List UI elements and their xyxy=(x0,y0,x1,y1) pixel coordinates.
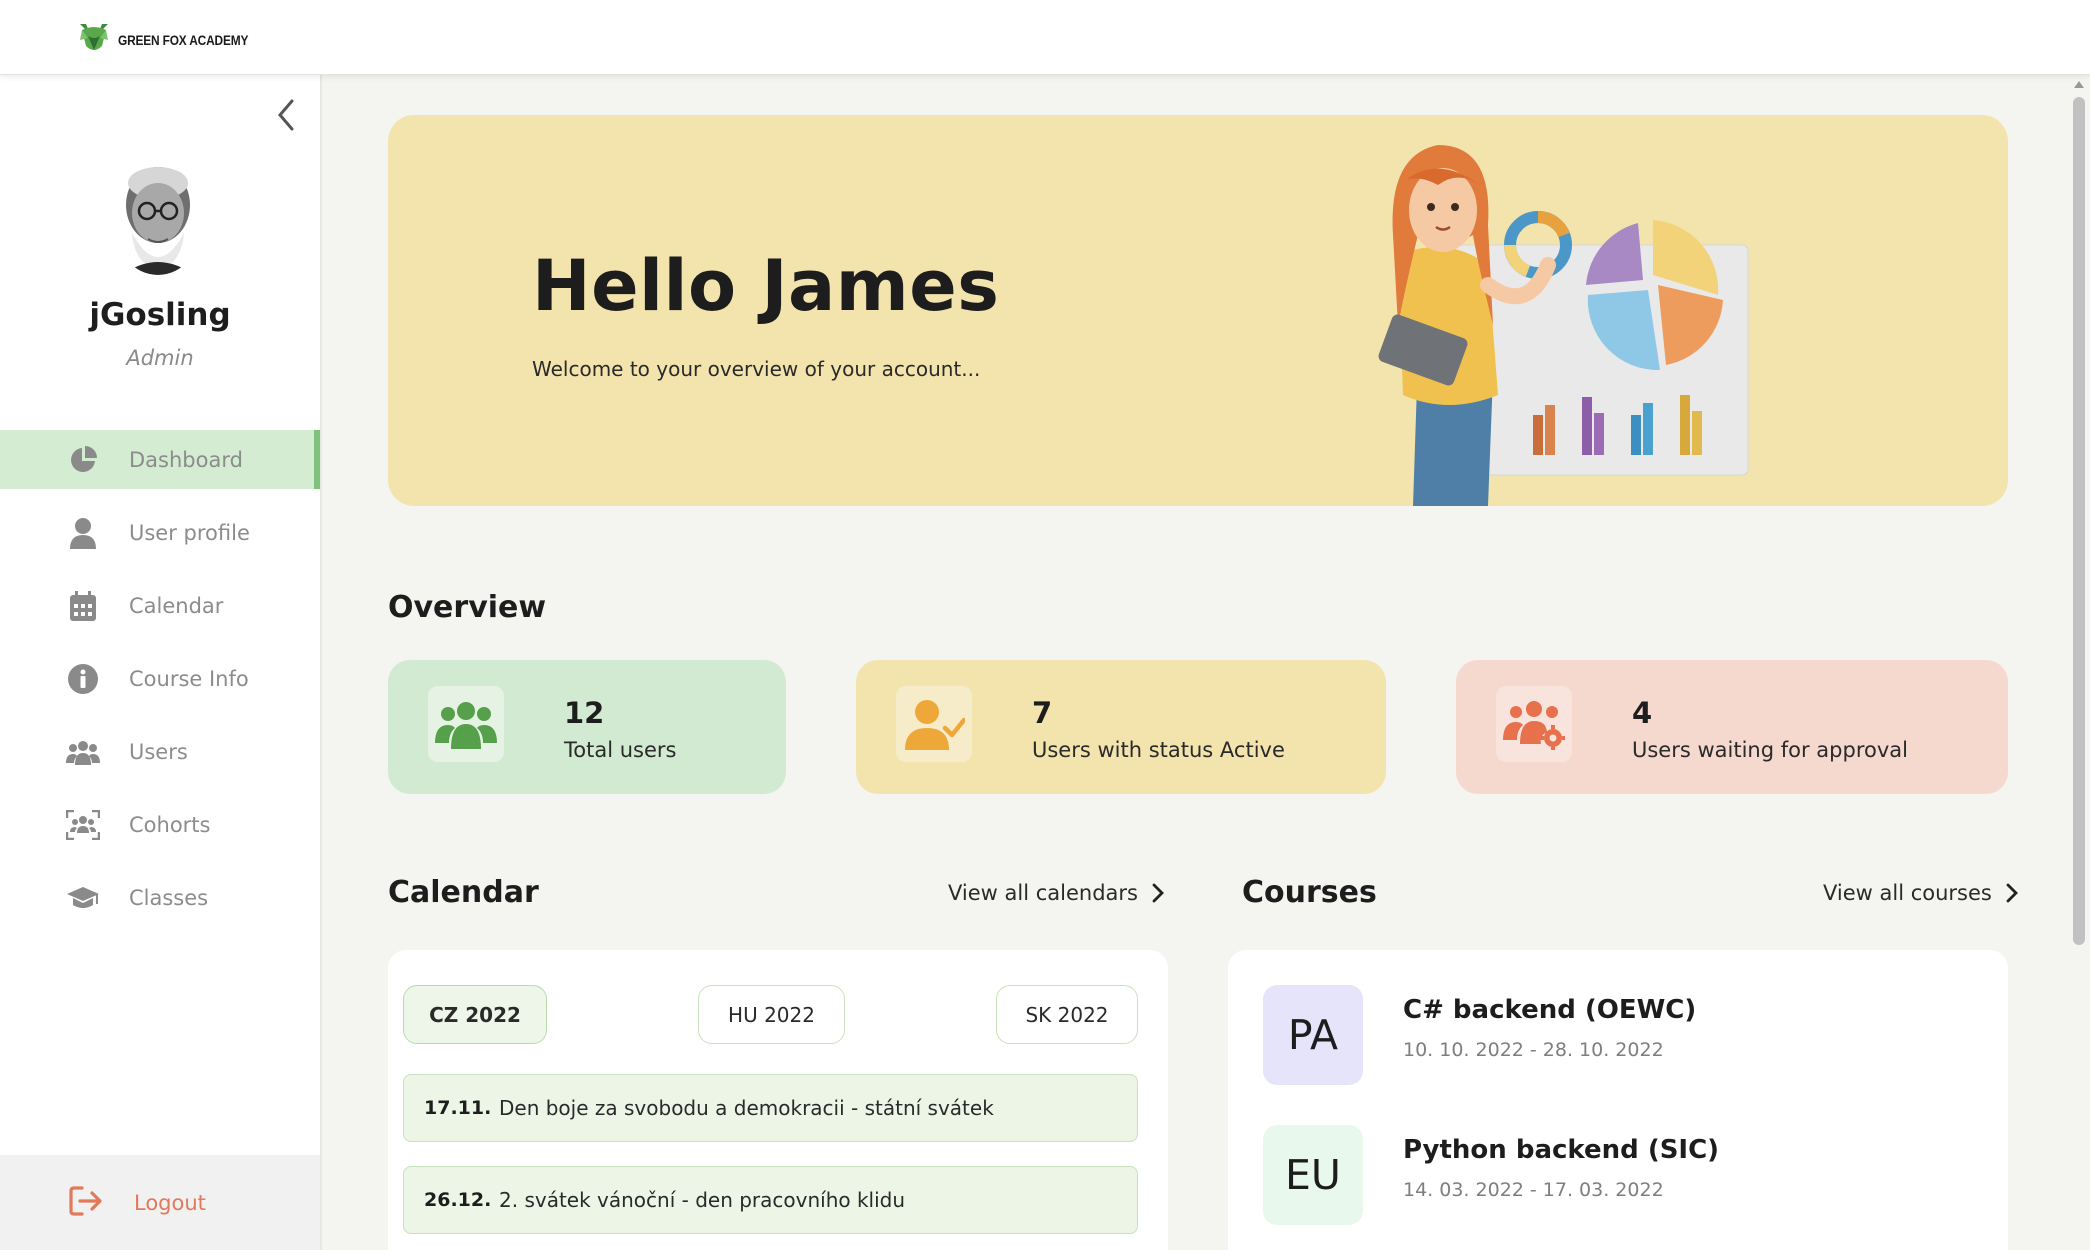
fox-logo-icon xyxy=(76,20,112,60)
sidebar-nav: Dashboard User profile Calendar Course I… xyxy=(0,430,320,941)
sidebar-item-label: Calendar xyxy=(129,593,224,618)
stat-value: 7 xyxy=(1032,696,1053,730)
collapse-sidebar-button[interactable] xyxy=(270,95,302,135)
stat-card-total-users: 12 Total users xyxy=(388,660,786,794)
tab-cz-2022[interactable]: CZ 2022 xyxy=(403,985,547,1044)
sidebar-item-label: Dashboard xyxy=(129,447,243,472)
chevron-left-icon xyxy=(278,99,294,131)
list-item: 26.12. 2. svátek vánoční - den pracovníh… xyxy=(403,1166,1138,1234)
tab-hu-2022[interactable]: HU 2022 xyxy=(698,985,845,1044)
scrollbar[interactable] xyxy=(2068,75,2090,1250)
calendar-icon xyxy=(66,589,100,623)
course-dates: 10. 10. 2022 - 28. 10. 2022 xyxy=(1403,1039,1664,1061)
course-title: Python backend (SIC) xyxy=(1403,1135,1720,1165)
sidebar-item-course-info[interactable]: Course Info xyxy=(0,649,320,708)
scroll-up-icon[interactable] xyxy=(2074,81,2084,88)
overview-title: Overview xyxy=(388,590,547,625)
sidebar-item-label: Users xyxy=(129,739,188,764)
info-icon xyxy=(66,662,100,696)
chevron-right-icon xyxy=(1152,883,1164,903)
view-all-calendars-link[interactable]: View all calendars xyxy=(948,881,1164,905)
calendar-card: CZ 2022 HU 2022 SK 2022 17.11. Den boje … xyxy=(388,950,1168,1250)
holiday-name: Den boje za svobodu a demokracii - státn… xyxy=(499,1096,994,1120)
logout-icon xyxy=(68,1185,104,1221)
courses-title: Courses xyxy=(1242,875,1377,910)
calendar-title: Calendar xyxy=(388,875,539,910)
stat-card-pending-users: 4 Users waiting for approval xyxy=(1456,660,2008,794)
list-item[interactable]: PA C# backend (OEWC) 10. 10. 2022 - 28. … xyxy=(1263,985,1696,1085)
dashboard-illustration xyxy=(1288,115,1808,506)
chevron-right-icon xyxy=(2006,883,2018,903)
courses-card: PA C# backend (OEWC) 10. 10. 2022 - 28. … xyxy=(1228,950,2008,1250)
logo-text: GREEN FOX ACADEMY xyxy=(118,32,249,48)
stat-label: Total users xyxy=(564,738,677,762)
stat-value: 12 xyxy=(564,696,605,730)
sidebar-item-dashboard[interactable]: Dashboard xyxy=(0,430,320,489)
hero-subtitle: Welcome to your overview of your account… xyxy=(532,357,981,381)
users-icon xyxy=(66,735,100,769)
user-check-icon xyxy=(896,686,972,762)
logout-label: Logout xyxy=(134,1190,206,1215)
view-all-calendars-label: View all calendars xyxy=(948,881,1138,905)
sidebar-item-label: Cohorts xyxy=(129,812,211,837)
stat-value: 4 xyxy=(1632,696,1653,730)
sidebar-item-calendar[interactable]: Calendar xyxy=(0,576,320,635)
course-dates: 14. 03. 2022 - 17. 03. 2022 xyxy=(1403,1179,1664,1201)
stat-label: Users with status Active xyxy=(1032,738,1285,762)
user-role: Admin xyxy=(126,346,194,370)
tab-sk-2022[interactable]: SK 2022 xyxy=(996,985,1138,1044)
list-item: 17.11. Den boje za svobodu a demokracii … xyxy=(403,1074,1138,1142)
holiday-name: 2. svátek vánoční - den pracovního klidu xyxy=(499,1188,906,1212)
avatar xyxy=(112,163,204,275)
sidebar: jGosling Admin Dashboard User profile Ca… xyxy=(0,75,322,1250)
course-badge: PA xyxy=(1263,985,1363,1085)
user-name: jGosling xyxy=(89,297,231,333)
holiday-date: 17.11. xyxy=(424,1097,492,1119)
stat-card-active-users: 7 Users with status Active xyxy=(856,660,1386,794)
scroll-thumb[interactable] xyxy=(2073,97,2085,945)
welcome-banner: Hello James Welcome to your overview of … xyxy=(388,115,2008,506)
users-gear-icon xyxy=(1496,686,1572,762)
sidebar-item-label: User profile xyxy=(129,520,250,545)
course-title: C# backend (OEWC) xyxy=(1403,995,1697,1025)
users-group-icon xyxy=(428,686,504,762)
sidebar-item-label: Course Info xyxy=(129,666,249,691)
hero-title: Hello James xyxy=(532,245,1000,327)
logo[interactable]: GREEN FOX ACADEMY xyxy=(76,20,271,60)
list-item[interactable]: EU Python backend (SIC) 14. 03. 2022 - 1… xyxy=(1263,1125,1719,1225)
logout-button[interactable]: Logout xyxy=(0,1155,320,1250)
stat-label: Users waiting for approval xyxy=(1632,738,1908,762)
sidebar-item-user-profile[interactable]: User profile xyxy=(0,503,320,562)
main-content: Hello James Welcome to your overview of … xyxy=(322,75,2068,1250)
sidebar-item-cohorts[interactable]: Cohorts xyxy=(0,795,320,854)
cohorts-icon xyxy=(66,808,100,842)
view-all-courses-label: View all courses xyxy=(1823,881,1992,905)
course-badge: EU xyxy=(1263,1125,1363,1225)
graduation-cap-icon xyxy=(66,881,100,915)
view-all-courses-link[interactable]: View all courses xyxy=(1823,881,2018,905)
user-icon xyxy=(66,516,100,550)
sidebar-item-label: Classes xyxy=(129,885,209,910)
sidebar-item-users[interactable]: Users xyxy=(0,722,320,781)
pie-chart-icon xyxy=(66,443,100,477)
sidebar-item-classes[interactable]: Classes xyxy=(0,868,320,927)
holiday-date: 26.12. xyxy=(424,1189,492,1211)
top-bar: GREEN FOX ACADEMY xyxy=(0,0,2090,75)
